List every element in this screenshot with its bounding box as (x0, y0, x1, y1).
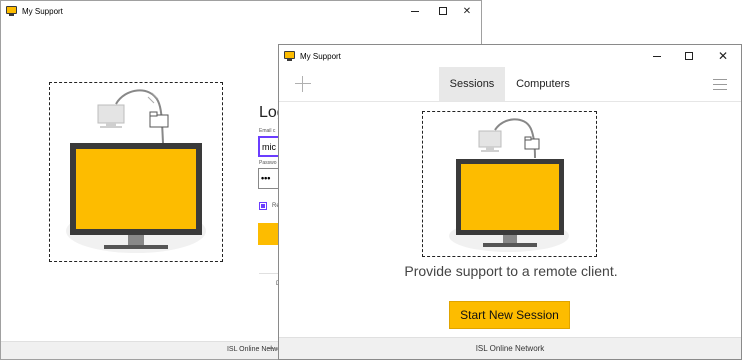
hamburger-menu-icon[interactable] (713, 78, 727, 90)
footer-plus-icon[interactable]: + (268, 343, 274, 355)
front-titlebar[interactable]: My Support ✕ (279, 45, 741, 67)
close-button[interactable]: ✕ (453, 1, 481, 21)
minimize-icon (411, 10, 419, 12)
front-footer: ISL Online Network (279, 337, 741, 359)
folder-icon (524, 136, 540, 150)
illustration-frame (49, 82, 223, 262)
close-button[interactable]: ✕ (709, 45, 737, 67)
email-label: Email c (259, 128, 276, 134)
window-title: My Support (22, 6, 63, 16)
back-titlebar[interactable]: My Support ✕ (1, 1, 481, 21)
tab-computers[interactable]: Computers (507, 67, 579, 101)
front-window: My Support ✕ Sessions Computers Provide … (278, 44, 742, 360)
start-new-session-button[interactable]: Start New Session (449, 301, 570, 329)
maximize-icon (685, 52, 693, 60)
app-icon (6, 5, 17, 17)
password-label: Passwo (259, 160, 277, 166)
minimize-button[interactable] (401, 1, 429, 21)
folder-icon (149, 111, 169, 128)
tab-sessions[interactable]: Sessions (439, 67, 505, 101)
minimize-icon (653, 55, 661, 57)
toolbar: Sessions Computers (279, 67, 741, 102)
app-icon (284, 50, 295, 62)
window-title: My Support (300, 51, 341, 61)
computer-icon (97, 104, 125, 128)
illustration-frame (422, 111, 597, 257)
close-icon: ✕ (462, 5, 472, 17)
provide-support-text: Provide support to a remote client. (404, 263, 618, 279)
plus-icon[interactable] (294, 75, 312, 93)
minimize-button[interactable] (643, 45, 671, 67)
close-icon: ✕ (717, 49, 729, 63)
remember-checkbox[interactable] (259, 202, 267, 210)
footer-network-text: ISL Online Network (475, 344, 545, 353)
remote-support-illustration (66, 89, 206, 253)
computer-icon (478, 130, 502, 152)
maximize-icon (439, 7, 447, 15)
remote-support-illustration (449, 118, 569, 252)
maximize-button[interactable] (675, 45, 703, 67)
